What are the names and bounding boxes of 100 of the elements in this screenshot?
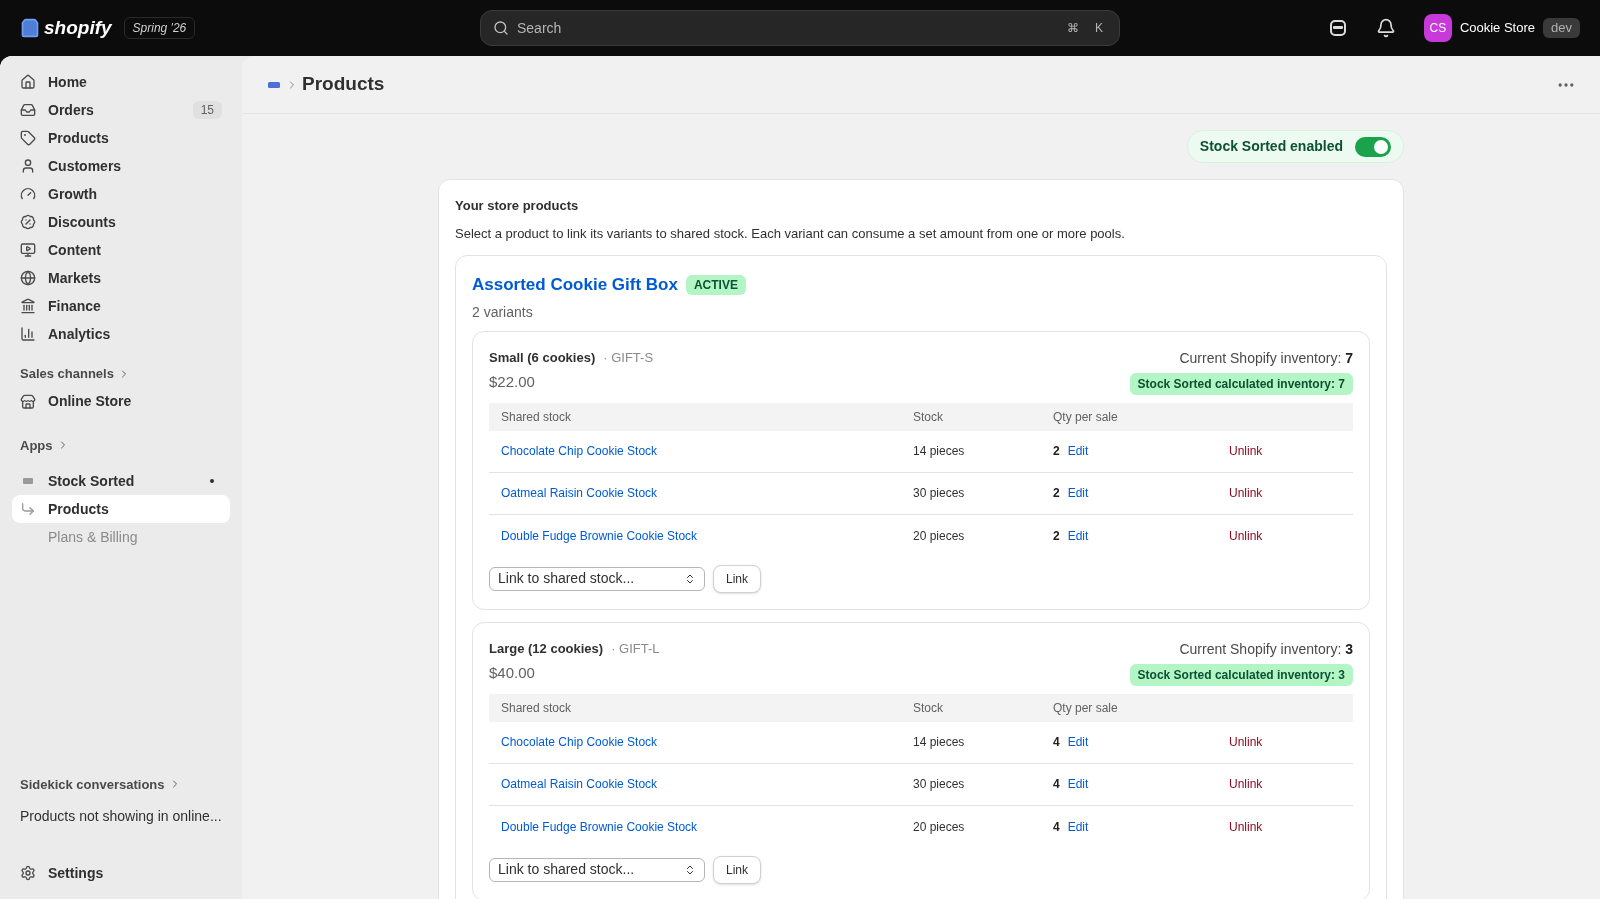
- bar-chart-icon: [20, 326, 36, 342]
- page-title: Products: [302, 72, 386, 97]
- column-header: Qty per sale: [1053, 699, 1119, 717]
- nav-item[interactable]: Growth: [12, 180, 230, 208]
- store-avatar[interactable]: CS: [1423, 14, 1452, 42]
- edit-link[interactable]: Edit: [1067, 484, 1089, 502]
- edit-link[interactable]: Edit: [1067, 817, 1089, 836]
- inventory-text: Current Shopify inventory: 3: [1179, 639, 1353, 659]
- stock-amount: 30 pieces: [913, 485, 966, 502]
- inventory-text: Current Shopify inventory: 7: [1179, 348, 1353, 368]
- stock-link[interactable]: Oatmeal Raisin Cookie Stock: [501, 777, 658, 791]
- sub-nav-item[interactable]: Products: [12, 495, 230, 523]
- edit-link[interactable]: Edit: [1067, 442, 1089, 460]
- section-heading[interactable]: Sidekick conversations: [20, 774, 165, 794]
- toggle-label: Stock Sorted enabled: [1199, 137, 1343, 156]
- nav-item[interactable]: Online Store: [12, 387, 230, 416]
- app-name[interactable]: Stock Sorted: [48, 470, 210, 492]
- stock-amount: 14 pieces: [913, 443, 966, 460]
- column-header: Shared stock: [501, 699, 573, 717]
- column-header: Qty per sale: [1053, 408, 1119, 426]
- column-header: Stock: [913, 699, 944, 717]
- stock-amount: 14 pieces: [913, 734, 966, 751]
- variant-name: Small (6 cookies): [489, 348, 596, 367]
- nav-item[interactable]: Markets: [12, 264, 230, 292]
- stock-amount: 20 pieces: [913, 527, 966, 545]
- globe-icon: [20, 270, 36, 286]
- calculated-inventory-badge: Stock Sorted calculated inventory: 3: [1129, 663, 1353, 686]
- nav-item[interactable]: Orders 15: [12, 96, 230, 124]
- nav-item[interactable]: Discounts: [12, 208, 230, 236]
- stock-link[interactable]: Double Fudge Brownie Cookie Stock: [501, 819, 698, 834]
- person-icon: [20, 158, 36, 174]
- edition-badge: Spring '26: [123, 17, 196, 39]
- variant-sku: · GIFT-S: [603, 348, 654, 367]
- qty-value: 2: [1053, 527, 1060, 545]
- select-chevron-icon: [684, 863, 696, 876]
- branch-arrow-icon: [20, 501, 36, 517]
- variant-sku: · GIFT-L: [611, 639, 660, 658]
- nav-item[interactable]: Analytics: [12, 320, 230, 348]
- stock-link[interactable]: Chocolate Chip Cookie Stock: [501, 735, 658, 749]
- unlink-link[interactable]: Unlink: [1229, 819, 1263, 834]
- dev-badge: dev: [1543, 18, 1580, 38]
- section-heading[interactable]: Apps: [20, 435, 53, 455]
- unlink-link[interactable]: Unlink: [1229, 528, 1263, 543]
- gauge-icon: [20, 186, 36, 202]
- shortcut-key: ⌘: [1063, 19, 1083, 37]
- nav-item[interactable]: Home: [12, 68, 230, 96]
- status-badge: ACTIVE: [685, 274, 746, 295]
- conversation-item[interactable]: Products not showing in online...: [12, 806, 230, 827]
- bank-icon: [20, 298, 36, 314]
- search-field[interactable]: Search ⌘ K: [480, 10, 1120, 46]
- stock-select[interactable]: Link to shared stock...: [489, 857, 705, 882]
- product-title-link[interactable]: Assorted Cookie Gift Box: [472, 272, 678, 298]
- qty-value: 4: [1053, 818, 1060, 836]
- nav-item[interactable]: Content: [12, 236, 230, 264]
- nav-item[interactable]: Settings: [12, 859, 230, 887]
- stock-select[interactable]: Link to shared stock...: [489, 566, 705, 591]
- section-heading[interactable]: Sales channels: [20, 364, 114, 384]
- enabled-switch[interactable]: [1355, 136, 1391, 157]
- unlink-link[interactable]: Unlink: [1229, 777, 1263, 791]
- stock-amount: 20 pieces: [913, 818, 966, 836]
- shopify-logo[interactable]: shopify: [44, 13, 112, 43]
- column-header: Stock: [913, 408, 944, 426]
- unlink-link[interactable]: Unlink: [1229, 486, 1263, 500]
- variant-count: 2 variants: [472, 302, 534, 322]
- percent-badge-icon: [20, 214, 36, 230]
- store-name[interactable]: Cookie Store: [1459, 18, 1536, 38]
- stock-link[interactable]: Chocolate Chip Cookie Stock: [501, 444, 658, 458]
- nav-item[interactable]: Customers: [12, 152, 230, 180]
- tag-icon: [20, 130, 36, 146]
- monitor-icon: [20, 242, 36, 258]
- qty-value: 2: [1053, 485, 1060, 502]
- qty-value: 2: [1053, 443, 1060, 460]
- select-chevron-icon: [684, 572, 696, 585]
- settings-icon: [20, 865, 36, 881]
- unlink-link[interactable]: Unlink: [1229, 444, 1263, 458]
- calculated-inventory-badge: Stock Sorted calculated inventory: 7: [1129, 372, 1353, 395]
- storefront-icon: [20, 393, 36, 410]
- notification-bell-icon[interactable]: [1375, 18, 1396, 38]
- nav-item[interactable]: Finance: [12, 292, 230, 320]
- stock-amount: 30 pieces: [913, 776, 966, 793]
- card-description: Select a product to link its variants to shared stock. Each variant can consume a set amount from one or more pools.: [455, 224, 1126, 243]
- edit-link[interactable]: Edit: [1067, 775, 1089, 793]
- variant-price: $22.00: [489, 372, 536, 392]
- stock-link[interactable]: Double Fudge Brownie Cookie Stock: [501, 528, 698, 543]
- link-button[interactable]: Link: [713, 564, 761, 593]
- stock-link[interactable]: Oatmeal Raisin Cookie Stock: [501, 486, 658, 500]
- inbox-icon: [20, 102, 36, 118]
- qty-value: 4: [1053, 776, 1060, 793]
- search-icon: [493, 20, 509, 36]
- unlink-link[interactable]: Unlink: [1229, 735, 1263, 749]
- edit-link[interactable]: Edit: [1067, 526, 1089, 545]
- link-button[interactable]: Link: [713, 855, 761, 884]
- home-icon: [20, 74, 36, 90]
- edit-link[interactable]: Edit: [1067, 733, 1089, 751]
- count-badge: 15: [192, 101, 222, 119]
- nav-item[interactable]: Products: [12, 124, 230, 152]
- qty-value: 4: [1053, 734, 1060, 751]
- variant-name: Large (12 cookies): [489, 639, 604, 658]
- card-title: Your store products: [455, 197, 580, 215]
- shortcut-key: K: [1091, 19, 1107, 37]
